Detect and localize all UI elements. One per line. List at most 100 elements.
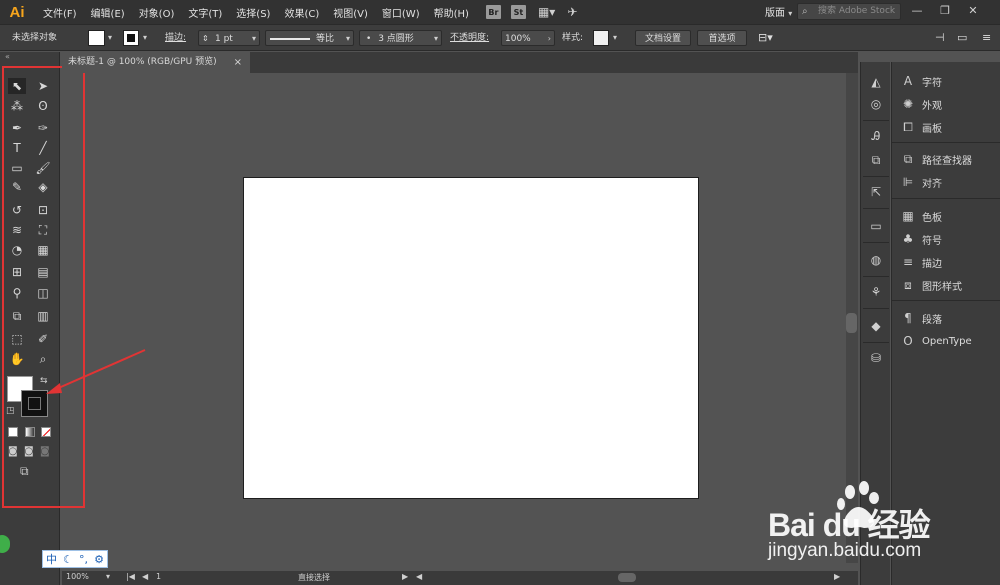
transform-icon[interactable]: ▭ <box>957 30 967 46</box>
search-placeholder: 搜索 Adobe Stock <box>818 6 896 16</box>
horizontal-scrollbar-thumb[interactable] <box>618 573 636 582</box>
panel-pathfinder[interactable]: ⧉ 路径查找器 <box>900 150 972 168</box>
bridge-button[interactable]: Br <box>485 5 501 19</box>
profile-label: 等比 <box>316 34 335 44</box>
menu-edit[interactable]: 编辑(E) <box>86 5 130 20</box>
chevron-down-icon[interactable]: ▾ <box>613 30 617 46</box>
panel-label: 画板 <box>922 123 942 135</box>
panel-character[interactable]: A 字符 <box>900 72 942 90</box>
swatch-libraries-icon[interactable]: ⛁ <box>868 350 884 366</box>
menu-icon[interactable]: ≡ <box>982 30 991 46</box>
panel-label: 路径查找器 <box>922 155 972 167</box>
panel-label: 对齐 <box>922 178 942 190</box>
panel-label: 段落 <box>922 314 942 326</box>
graphic-styles-icon: ⧈ <box>904 277 912 292</box>
chevron-down-icon[interactable]: ▾ <box>346 31 350 47</box>
panel-graphic-styles[interactable]: ⧈ 图形样式 <box>900 276 962 294</box>
status-menu-icon[interactable]: ▶ <box>402 572 408 581</box>
menu-object[interactable]: 对象(O) <box>134 5 180 20</box>
gradient-panel-icon[interactable]: ▭ <box>868 218 884 234</box>
brush-definition[interactable]: • 3 点圆形 ▾ <box>359 30 442 46</box>
opacity-label[interactable]: 不透明度: <box>450 30 489 46</box>
ime-language[interactable]: 中 <box>46 551 57 567</box>
highlight-box <box>2 66 85 508</box>
stroke-swatch[interactable] <box>123 30 139 46</box>
chevron-down-icon[interactable]: ▾ <box>106 572 110 581</box>
artboard-number-field[interactable]: 1 <box>156 572 161 581</box>
moon-icon[interactable]: ☾ <box>63 553 73 566</box>
close-tab-icon[interactable]: × <box>234 52 242 73</box>
workspace-switcher[interactable]: 版面 ▾ <box>765 4 792 19</box>
tool-status-text: 直接选择 <box>298 573 330 582</box>
panel-label: 符号 <box>922 235 942 247</box>
ime-toolbar[interactable]: 中 ☾ °, ⚙ <box>42 550 108 568</box>
symbols-icon: ♣ <box>902 232 914 246</box>
glyphs-icon[interactable]: Ꭿ <box>868 128 884 144</box>
scrollbar-thumb[interactable] <box>846 313 857 333</box>
stock-button[interactable]: St <box>510 5 526 19</box>
selection-status: 未选择对象 <box>12 33 58 43</box>
menu-window[interactable]: 窗口(W) <box>377 5 425 20</box>
scroll-left-icon[interactable]: ◀ <box>416 572 422 581</box>
settings-gear-icon[interactable]: ⚙ <box>94 553 104 566</box>
menu-file[interactable]: 文件(F) <box>38 5 82 20</box>
chevron-down-icon[interactable]: ▾ <box>252 31 256 47</box>
chevron-down-icon[interactable]: ▾ <box>143 30 147 46</box>
style-swatch[interactable] <box>593 30 609 46</box>
menu-effect[interactable]: 效果(C) <box>279 5 324 20</box>
zoom-field[interactable]: 100% <box>66 572 89 581</box>
panel-stroke[interactable]: ≡ 描边 <box>900 253 942 271</box>
panel-swatches[interactable]: ▦ 色板 <box>900 207 942 225</box>
chevron-right-icon[interactable]: › <box>548 31 551 47</box>
panel-paragraph[interactable]: ¶ 段落 <box>900 309 942 327</box>
menu-type[interactable]: 文字(T) <box>183 5 227 20</box>
chevron-down-icon[interactable]: ▾ <box>108 30 112 46</box>
export-icon[interactable]: ⇱ <box>868 184 884 200</box>
punctuation-icon[interactable]: °, <box>79 553 88 566</box>
stepper-icon[interactable]: ⇕ <box>202 31 209 47</box>
restore-button[interactable]: ❐ <box>932 2 958 20</box>
transparency-icon[interactable]: ◍ <box>868 252 884 268</box>
stroke-label[interactable]: 描边: <box>165 30 186 46</box>
panel-symbols[interactable]: ♣ 符号 <box>900 230 942 248</box>
menu-select[interactable]: 选择(S) <box>231 5 275 20</box>
layers-icon[interactable]: ◆ <box>868 318 884 334</box>
document-tab[interactable]: 未标题-1 @ 100% (RGB/GPU 预览) × <box>62 52 250 73</box>
profile-line-icon <box>270 38 310 40</box>
menu-help[interactable]: 帮助(H) <box>429 5 474 20</box>
brushes-icon[interactable]: ⚘ <box>868 284 884 300</box>
character-icon: A <box>903 74 913 88</box>
panel-appearance[interactable]: ✺ 外观 <box>900 95 942 113</box>
opacity-field[interactable]: 100% › <box>501 30 555 46</box>
color-guide-icon[interactable]: ◭ <box>868 74 884 90</box>
color-icon[interactable]: ◎ <box>868 96 884 112</box>
panel-opentype[interactable]: O OpenType <box>900 332 972 350</box>
close-button[interactable]: ✕ <box>960 2 986 20</box>
arrange-documents-icon[interactable]: ▦▾ <box>538 5 555 19</box>
preferences-button[interactable]: 首选项 <box>697 30 747 46</box>
variable-width-profile[interactable]: 等比 ▾ <box>265 30 354 46</box>
previous-artboard-icon[interactable]: ◀ <box>142 572 148 581</box>
panel-menu-icon[interactable]: ⊣ <box>935 30 945 46</box>
gpu-performance-icon[interactable]: ✈ <box>567 5 577 19</box>
first-artboard-icon[interactable]: |◀ <box>126 572 135 581</box>
stroke-weight-field[interactable]: ⇕ 1 pt ▾ <box>198 30 260 46</box>
panel-align[interactable]: ⊫ 对齐 <box>900 173 942 191</box>
menu-view[interactable]: 视图(V) <box>328 5 373 20</box>
paragraph-icon: ¶ <box>904 311 912 325</box>
panel-label: OpenType <box>922 335 972 347</box>
align-tools-icon[interactable]: ⊟▾ <box>758 30 773 46</box>
libraries-icon[interactable]: ⧉ <box>868 152 884 168</box>
panel-label: 外观 <box>922 100 942 112</box>
panel-artboards[interactable]: ⧠ 画板 <box>900 118 942 136</box>
app-logo: Ai <box>9 3 25 21</box>
fill-swatch[interactable] <box>88 30 105 46</box>
panel-label: 色板 <box>922 212 942 224</box>
opentype-icon: O <box>903 334 913 348</box>
minimize-button[interactable]: — <box>904 2 930 20</box>
chevron-down-icon[interactable]: ▾ <box>434 31 438 47</box>
document-setup-button[interactable]: 文档设置 <box>635 30 691 46</box>
artboard[interactable] <box>243 177 699 499</box>
search-input[interactable]: ⌕ 搜索 Adobe Stock <box>797 3 901 20</box>
collapse-icon[interactable]: « <box>5 52 10 61</box>
